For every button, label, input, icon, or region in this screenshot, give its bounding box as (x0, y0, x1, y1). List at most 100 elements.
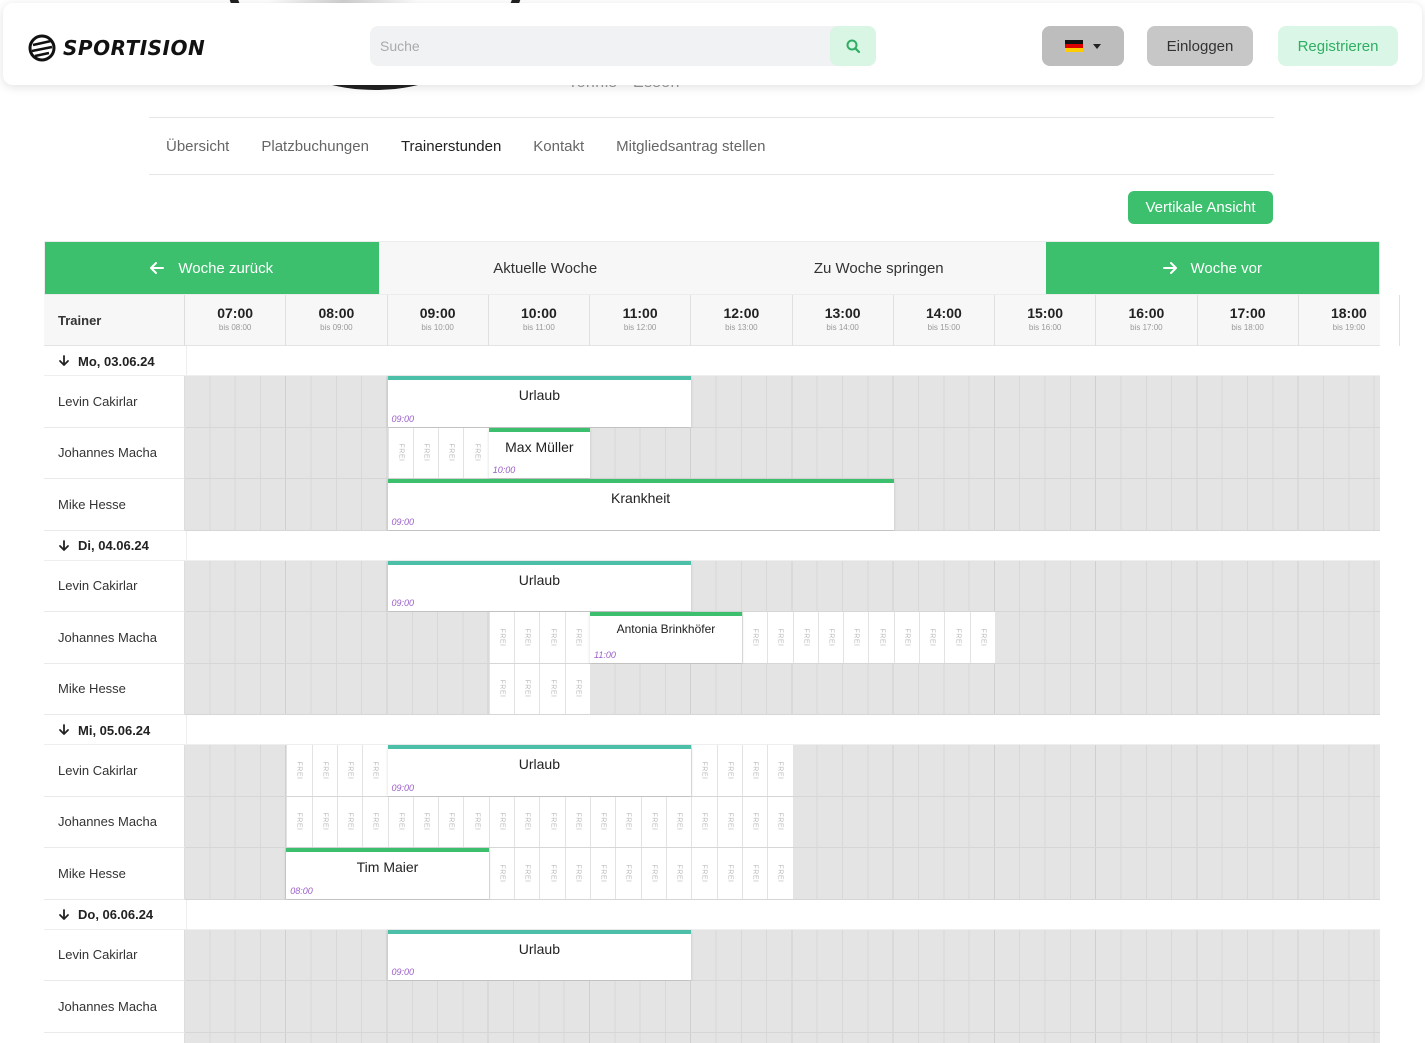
free-slot[interactable]: FREI (514, 663, 540, 714)
previous-week-button[interactable]: Woche zurück (45, 242, 379, 294)
free-slot[interactable]: FREI (362, 745, 388, 796)
free-slot[interactable]: FREI (514, 848, 540, 899)
day-label[interactable]: Mi, 05.06.24 (44, 715, 187, 745)
free-slot[interactable]: FREI (438, 427, 464, 478)
booking-block[interactable]: Tim Maier 08:00 (286, 848, 489, 899)
booking-block[interactable]: Krankheit 09:00 (387, 479, 894, 530)
brand-logo[interactable]: SPORTISION (27, 33, 205, 63)
free-slot[interactable]: FREI (336, 796, 363, 847)
free-slot[interactable]: FREI (767, 745, 793, 796)
booking-block[interactable]: Max Müller 10:00 (488, 427, 590, 478)
booking-block[interactable]: Antonia Brinkhöfer 11:00 (590, 612, 742, 663)
free-slot[interactable]: FREI (868, 612, 894, 663)
vertical-view-button[interactable]: Vertikale Ansicht (1128, 191, 1273, 224)
free-slot[interactable]: FREI (817, 612, 844, 663)
free-slot[interactable]: FREI (311, 745, 337, 796)
free-slot[interactable]: FREI (792, 612, 818, 663)
free-slot[interactable]: FREI (590, 796, 616, 847)
free-slot[interactable]: FREI (564, 796, 590, 847)
free-slot[interactable]: FREI (514, 612, 540, 663)
free-slot[interactable]: FREI (488, 848, 515, 899)
free-slot[interactable]: FREI (716, 796, 742, 847)
free-slot[interactable]: FREI (286, 796, 312, 847)
free-slot[interactable]: FREI (438, 796, 464, 847)
free-slot[interactable]: FREI (539, 663, 565, 714)
tab-uebersicht[interactable]: Übersicht (166, 138, 229, 155)
free-slot[interactable]: FREI (691, 796, 717, 847)
day-row[interactable]: Di, 04.06.24 (44, 530, 1380, 561)
free-slot[interactable]: FREI (615, 796, 641, 847)
search-input[interactable] (370, 26, 830, 66)
tab-trainerstunden[interactable]: Trainerstunden (401, 138, 501, 155)
free-slot[interactable]: FREI (488, 796, 515, 847)
free-slot[interactable]: FREI (514, 796, 540, 847)
free-slot[interactable]: FREI (767, 796, 793, 847)
free-slot[interactable]: FREI (741, 745, 768, 796)
free-slot[interactable]: FREI (336, 745, 363, 796)
free-slot[interactable]: FREI (463, 427, 489, 478)
booking-block[interactable]: Urlaub 09:00 (387, 376, 692, 427)
day-row[interactable]: Mo, 03.06.24 (44, 346, 1380, 376)
free-slot[interactable]: FREI (969, 612, 995, 663)
free-slot[interactable]: FREI (767, 848, 793, 899)
tab-mitgliedsantrag[interactable]: Mitgliedsantrag stellen (616, 138, 765, 155)
hour-start-label: 16:00 (1128, 305, 1165, 321)
free-slot[interactable]: FREI (893, 612, 920, 663)
free-slot[interactable]: FREI (691, 745, 717, 796)
free-slot[interactable]: FREI (716, 745, 742, 796)
tab-platzbuchungen[interactable]: Platzbuchungen (261, 138, 369, 155)
register-button[interactable]: Registrieren (1278, 26, 1398, 66)
free-slot[interactable]: FREI (944, 612, 970, 663)
day-label[interactable]: Di, 04.06.24 (44, 530, 187, 561)
free-slot[interactable]: FREI (665, 848, 692, 899)
free-slot[interactable]: FREI (286, 745, 312, 796)
free-slot[interactable]: FREI (387, 796, 413, 847)
free-slot[interactable]: FREI (539, 612, 565, 663)
trainer-name: Levin Cakirlar (44, 745, 185, 797)
next-week-button[interactable]: Woche vor (1045, 242, 1379, 294)
free-slot[interactable]: FREI (843, 612, 869, 663)
free-slot[interactable]: FREI (919, 612, 945, 663)
free-slot[interactable]: FREI (741, 796, 768, 847)
free-slot[interactable]: FREI (640, 796, 666, 847)
free-slot[interactable]: FREI (741, 848, 768, 899)
hour-start-label: 09:00 (419, 305, 456, 321)
free-slot[interactable]: FREI (412, 427, 439, 478)
free-slot[interactable]: FREI (691, 848, 717, 899)
day-label[interactable]: Mo, 03.06.24 (44, 346, 187, 376)
free-slot[interactable]: FREI (640, 848, 666, 899)
free-slot[interactable]: FREI (362, 796, 388, 847)
booking-block[interactable]: Urlaub 09:00 (387, 745, 692, 796)
free-slot[interactable]: FREI (716, 848, 742, 899)
free-slot-label: FREI (321, 761, 329, 780)
free-slot[interactable]: FREI (463, 796, 489, 847)
free-slot[interactable]: FREI (564, 663, 590, 714)
free-slot[interactable]: FREI (539, 796, 565, 847)
free-slot[interactable]: FREI (311, 796, 337, 847)
free-slot[interactable]: FREI (665, 796, 692, 847)
free-slot[interactable]: FREI (767, 612, 793, 663)
booking-block[interactable]: Urlaub 09:00 (387, 560, 692, 611)
free-slot[interactable]: FREI (387, 427, 413, 478)
free-slot-label: FREI (422, 443, 430, 462)
free-slot[interactable]: FREI (539, 848, 565, 899)
booking-title: Tim Maier (356, 859, 419, 875)
search-button[interactable] (830, 26, 876, 66)
login-button[interactable]: Einloggen (1147, 26, 1253, 66)
free-slot[interactable]: FREI (488, 663, 515, 714)
day-row[interactable]: Mi, 05.06.24 (44, 715, 1380, 745)
booking-block[interactable]: Urlaub 09:00 (387, 929, 692, 980)
current-week-button[interactable]: Aktuelle Woche (379, 242, 713, 294)
free-slot[interactable]: FREI (564, 848, 590, 899)
free-slot[interactable]: FREI (741, 612, 768, 663)
free-slot[interactable]: FREI (488, 612, 515, 663)
free-slot[interactable]: FREI (564, 612, 590, 663)
jump-to-week-button[interactable]: Zu Woche springen (712, 242, 1046, 294)
day-row[interactable]: Do, 06.06.24 (44, 899, 1380, 930)
language-select[interactable] (1042, 26, 1124, 66)
free-slot[interactable]: FREI (590, 848, 616, 899)
free-slot[interactable]: FREI (412, 796, 439, 847)
tab-kontakt[interactable]: Kontakt (533, 138, 584, 155)
day-label[interactable]: Do, 06.06.24 (44, 899, 187, 930)
free-slot[interactable]: FREI (615, 848, 641, 899)
